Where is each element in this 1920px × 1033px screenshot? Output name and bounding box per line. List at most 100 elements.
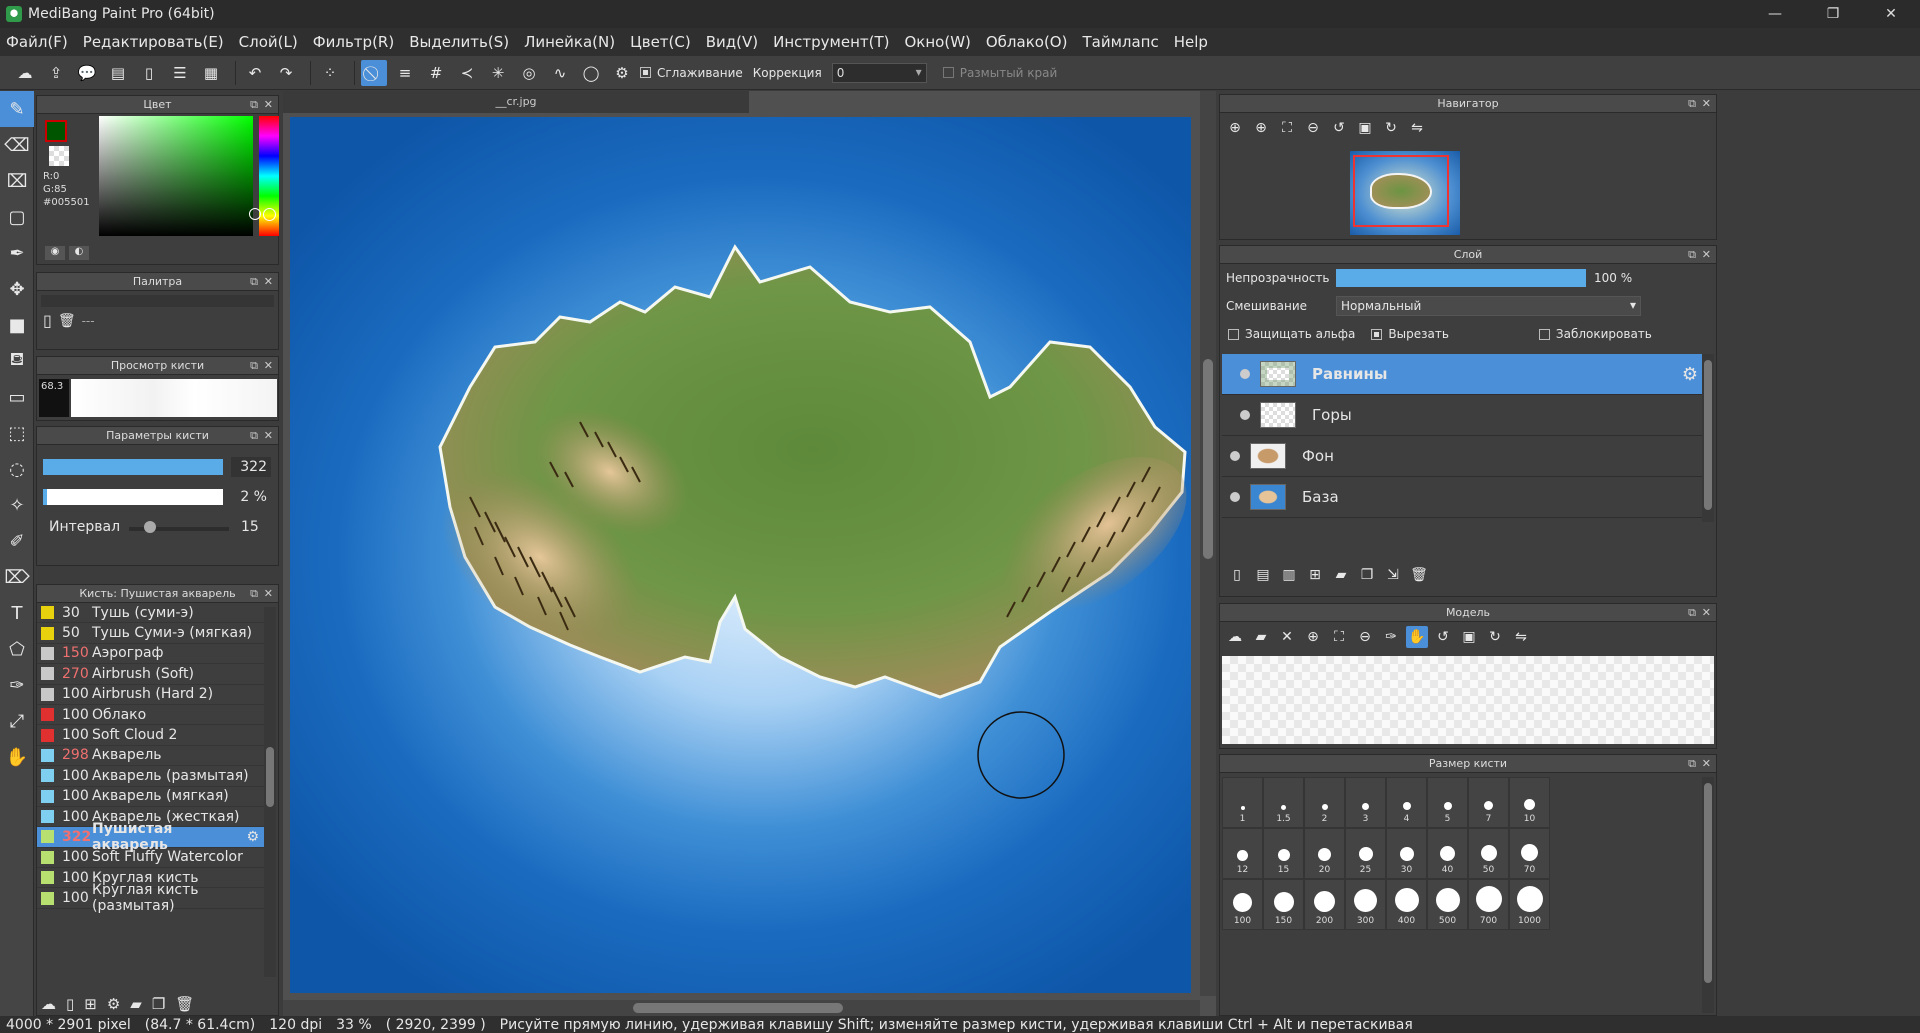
lock-checkbox[interactable]	[1538, 328, 1550, 340]
eyedropper-icon[interactable]: ✑	[1380, 626, 1402, 648]
menu-help[interactable]: Help	[1174, 33, 1208, 51]
cloud-brush-icon[interactable]: ☁	[41, 995, 56, 1013]
brush-size-scroll-thumb[interactable]	[1704, 783, 1712, 983]
brush-list-item[interactable]: 100 Soft Cloud 2	[37, 725, 265, 746]
brush-size-preset[interactable]: 200	[1304, 879, 1345, 930]
opacity-value[interactable]: 2 %	[231, 487, 271, 507]
interval-slider-thumb[interactable]	[144, 521, 156, 533]
undock-icon[interactable]: ⧉	[250, 585, 258, 603]
minimize-button[interactable]: —	[1746, 0, 1804, 28]
add-layer-menu-icon[interactable]: ⊞	[1304, 564, 1326, 586]
hue-cursor[interactable]	[263, 208, 276, 221]
brush-list-item[interactable]: 322 Пушистая акварель ⚙	[37, 821, 265, 853]
layer-list-scrollbar[interactable]	[1702, 354, 1714, 522]
layer-scroll-thumb[interactable]	[1704, 360, 1712, 510]
pen-tool-icon[interactable]: ✒	[0, 235, 34, 271]
layer-row[interactable]: Горы	[1222, 395, 1702, 436]
undock-icon[interactable]: ⧉	[1688, 755, 1696, 773]
brush-settings-icon[interactable]: ⚙	[107, 995, 120, 1013]
rotate-left-icon[interactable]: ↺	[1328, 117, 1350, 139]
text-tool-icon[interactable]: T	[0, 595, 34, 631]
close-icon[interactable]: ✕	[264, 427, 273, 445]
brush-list-item[interactable]: 270 Airbrush (Soft)	[37, 664, 265, 685]
close-icon[interactable]: ✕	[264, 273, 273, 291]
undock-icon[interactable]: ⧉	[1688, 95, 1696, 113]
radial-snap-icon[interactable]: ✳	[485, 60, 511, 86]
protect-alpha-checkbox[interactable]	[1228, 328, 1239, 340]
brush-settings-icon[interactable]: ⚙	[246, 829, 259, 845]
brush-size-preset[interactable]: 400	[1386, 879, 1427, 930]
brush-size-preset[interactable]: 40	[1427, 828, 1468, 879]
brush-list-scroll-thumb[interactable]	[266, 747, 274, 807]
fill-rect-icon[interactable]: ■	[0, 307, 34, 343]
redo-icon[interactable]: ↷	[273, 60, 299, 86]
new-layer-icon[interactable]: ▯	[1226, 564, 1248, 586]
sv-cursor[interactable]	[249, 208, 261, 220]
open-model-icon[interactable]: ▰	[1250, 626, 1272, 648]
color-wheel-icon[interactable]: ◐	[69, 246, 89, 260]
menu-ruler[interactable]: Линейка(N)	[524, 33, 615, 51]
palette-scrollbar[interactable]	[41, 295, 274, 307]
menu-window[interactable]: Окно(W)	[904, 33, 970, 51]
brush-list-item[interactable]: 30 Тушь (суми-э)	[37, 603, 265, 624]
smoothing-checkbox-box[interactable]	[640, 67, 651, 78]
move-tool-icon[interactable]: ✥	[0, 271, 34, 307]
size-slider[interactable]	[43, 459, 223, 475]
brush-list-item[interactable]: 50 Тушь Суми-э (мягкая)	[37, 623, 265, 644]
background-color-swatch[interactable]	[49, 146, 69, 166]
blur-edge-checkbox-box[interactable]	[942, 67, 954, 78]
fit-icon[interactable]: ⛶	[1276, 117, 1298, 139]
snap-settings-icon[interactable]: ⚙	[609, 60, 635, 86]
close-model-icon[interactable]: ✕	[1276, 626, 1298, 648]
brush-size-preset[interactable]: 25	[1345, 828, 1386, 879]
fit-icon[interactable]: ⛶	[1328, 626, 1350, 648]
circle-snap-icon[interactable]: ◯	[578, 60, 604, 86]
visibility-icon[interactable]	[1230, 451, 1240, 461]
gradient-tool-icon[interactable]: ▭	[0, 379, 34, 415]
curve-snap-icon[interactable]: ∿	[547, 60, 573, 86]
reset-view-icon[interactable]: ▣	[1354, 117, 1376, 139]
close-icon[interactable]: ✕	[264, 357, 273, 375]
brush-size-preset[interactable]: 100	[1222, 879, 1263, 930]
layer-row[interactable]: База	[1222, 477, 1702, 518]
new-brush-icon[interactable]: ▯	[66, 995, 74, 1013]
canvas-horizontal-scroll-thumb[interactable]	[633, 1003, 843, 1013]
brush-tool-icon[interactable]: ✎	[0, 91, 34, 127]
rotate-left-icon[interactable]: ↺	[1432, 626, 1454, 648]
panel-layout-icon[interactable]: ▦	[198, 60, 224, 86]
canvas-vertical-scroll-thumb[interactable]	[1203, 359, 1213, 559]
vanishing-point-icon[interactable]: ≺	[454, 60, 480, 86]
hand-icon[interactable]: ✋	[1406, 626, 1428, 648]
canvas-vertical-scrollbar[interactable]	[1200, 91, 1216, 996]
brush-size-scrollbar[interactable]	[1702, 777, 1714, 1013]
model-viewport[interactable]	[1222, 656, 1714, 744]
document-tab[interactable]: __cr.jpg	[283, 91, 749, 113]
brush-size-preset[interactable]: 700	[1468, 879, 1509, 930]
brush-size-preset[interactable]: 4	[1386, 777, 1427, 828]
interval-value[interactable]: 15	[241, 519, 259, 535]
layer-opacity-slider[interactable]	[1336, 269, 1586, 287]
brush-size-preset[interactable]: 10	[1509, 777, 1550, 828]
close-icon[interactable]: ✕	[1702, 95, 1711, 113]
new-halftone-layer-icon[interactable]: ▤	[1252, 564, 1274, 586]
brush-size-preset[interactable]: 150	[1263, 879, 1304, 930]
brush-size-preset[interactable]: 5	[1427, 777, 1468, 828]
flip-icon[interactable]: ⇋	[1406, 117, 1428, 139]
foreground-color-swatch[interactable]	[45, 120, 67, 142]
brush-list-scrollbar[interactable]	[264, 607, 276, 977]
brush-size-preset[interactable]: 7	[1468, 777, 1509, 828]
cloud-icon[interactable]: ☁	[12, 60, 38, 86]
layer-row[interactable]: Равнины ⚙	[1222, 354, 1702, 395]
new-folder-icon[interactable]: ▰	[1330, 564, 1352, 586]
drawing-canvas[interactable]	[290, 117, 1191, 993]
delete-palette-icon[interactable]: 🗑	[58, 313, 76, 329]
cross-snap-icon[interactable]: #	[423, 60, 449, 86]
new-1bit-layer-icon[interactable]: ▥	[1278, 564, 1300, 586]
brush-size-preset[interactable]: 3	[1345, 777, 1386, 828]
brush-list-item[interactable]: 100 Облако	[37, 705, 265, 726]
layer-row[interactable]: Фон	[1222, 436, 1702, 477]
brush-size-preset[interactable]: 1000	[1509, 879, 1550, 930]
smoothing-checkbox[interactable]: Сглаживание	[640, 66, 743, 80]
divide-tool-icon[interactable]: ⬠	[0, 631, 34, 667]
visibility-icon[interactable]	[1230, 492, 1240, 502]
